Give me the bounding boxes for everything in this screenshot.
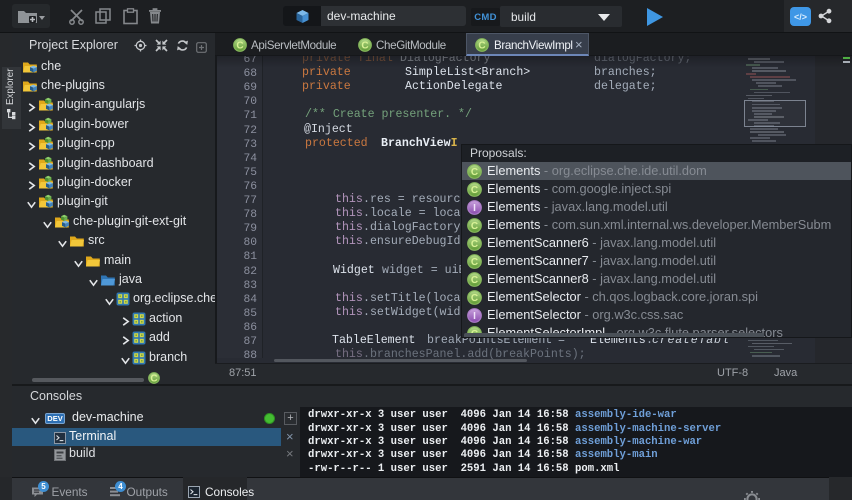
svg-text:C: C bbox=[361, 40, 368, 51]
svg-text:C: C bbox=[150, 374, 157, 384]
svg-text:C: C bbox=[471, 221, 478, 232]
svg-text:C: C bbox=[471, 167, 478, 178]
svg-text:C: C bbox=[471, 275, 478, 286]
svg-text:C: C bbox=[478, 40, 485, 51]
svg-text:C: C bbox=[471, 185, 478, 196]
svg-text:C: C bbox=[471, 293, 478, 304]
svg-text:C: C bbox=[471, 257, 478, 268]
svg-text:I: I bbox=[473, 203, 476, 214]
svg-text:C: C bbox=[236, 40, 243, 51]
svg-text:I: I bbox=[473, 311, 476, 322]
svg-text:C: C bbox=[471, 239, 478, 250]
